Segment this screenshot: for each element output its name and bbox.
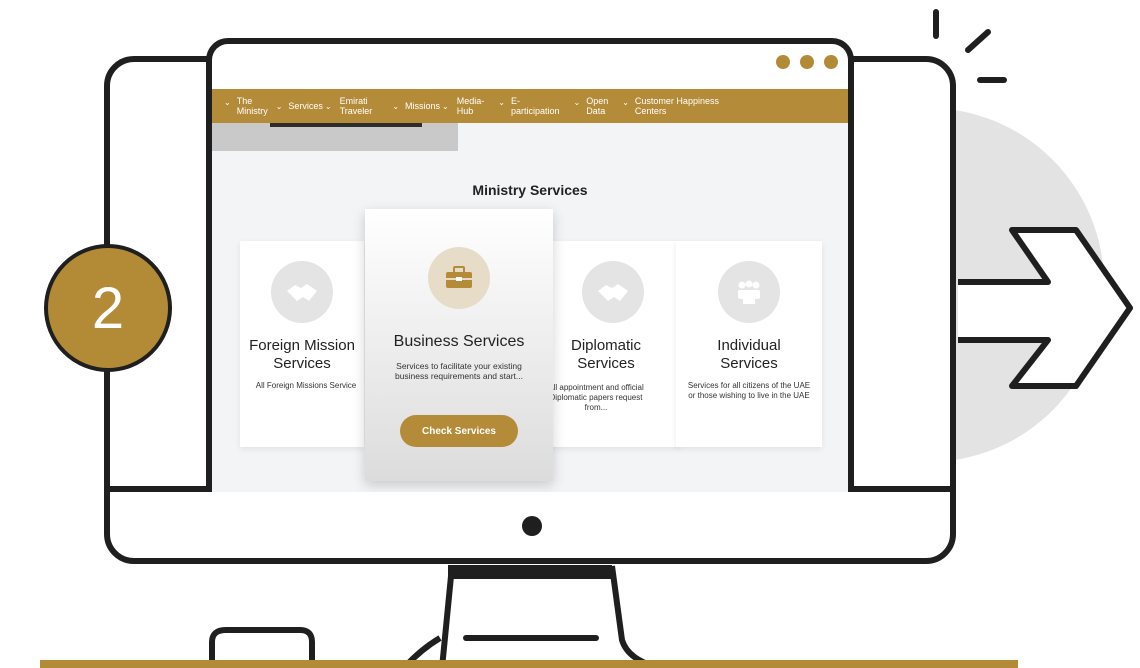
chevron-down-icon: ⌄ [275, 102, 283, 111]
check-services-button[interactable]: Check Services [400, 415, 518, 447]
handshake-icon [271, 261, 333, 323]
nav-item-e-participation[interactable]: ⌄ E- participation [498, 96, 559, 116]
browser-screen: ⌄ The Ministry ⌄ Services ⌄ Emirati Travele… [206, 38, 854, 492]
window-dot[interactable] [824, 55, 838, 69]
nav-item-label: Media- Hub [456, 96, 485, 116]
service-card-individual[interactable]: Individual Services Services for all cit… [676, 241, 822, 447]
nav-item-open-data[interactable]: ⌄ Open Data [573, 96, 608, 116]
nav-item-label: Missions [405, 101, 441, 111]
card-description: All Foreign Missions Service [255, 381, 357, 390]
main-nav-bar: ⌄ The Ministry ⌄ Services ⌄ Emirati Travele… [212, 89, 848, 123]
window-dot[interactable] [776, 55, 790, 69]
nav-item-label: The Ministry [236, 96, 268, 116]
chevron-down-icon: ⌄ [498, 98, 505, 107]
service-card-business[interactable]: Business Services Services to facilitate… [365, 209, 553, 481]
handshake-icon [582, 261, 644, 323]
nav-item-media-hub[interactable]: Media- Hub [457, 96, 485, 116]
nav-item-customer-happiness-centers[interactable]: ⌄ Customer Happiness Centers [622, 96, 719, 116]
chevron-down-icon: ⌄ [324, 102, 332, 111]
service-card-diplomatic[interactable]: Diplomatic Services All appointment and … [546, 241, 680, 447]
card-title: Individual Services [717, 337, 781, 372]
card-title: Foreign Mission Services [249, 337, 355, 372]
hero-image [212, 123, 458, 151]
people-icon [718, 261, 780, 323]
card-title: Business Services [393, 333, 525, 350]
chevron-down-icon: ⌄ [392, 102, 400, 111]
nav-item-label: Emirati Traveler [339, 96, 373, 116]
nav-item-services[interactable]: ⌄ Services ⌄ [276, 100, 332, 112]
briefcase-icon [428, 247, 490, 309]
card-title: Diplomatic Services [570, 337, 642, 372]
nav-item-the-ministry[interactable]: ⌄ The Ministry [224, 96, 268, 116]
card-description: All appointment and official Diplomatic … [548, 383, 644, 412]
chevron-down-icon: ⌄ [622, 98, 629, 107]
card-description: Services to facilitate your existing bus… [394, 361, 524, 381]
card-description: Services for all citizens of the UAE or … [687, 381, 811, 400]
window-dot[interactable] [800, 55, 814, 69]
chevron-down-icon: ⌄ [573, 98, 581, 107]
window-controls [776, 55, 838, 69]
step-number-badge: 2 [44, 244, 172, 372]
nav-item-label: Open Data [586, 96, 609, 116]
services-section: Ministry Services Foreign Mission Servic… [212, 151, 848, 492]
service-card-foreign-mission[interactable]: Foreign Mission Services All Foreign Mis… [240, 241, 364, 447]
nav-item-emirati-traveler[interactable]: Emirati Traveler [340, 96, 373, 116]
bottom-accent-bar [40, 660, 1018, 668]
section-title: Ministry Services [472, 182, 588, 198]
chevron-down-icon: ⌄ [224, 98, 231, 107]
nav-item-label: Customer Happiness Centers [634, 96, 719, 116]
nav-item-label: Services [288, 101, 323, 111]
chevron-down-icon: ⌄ [442, 102, 449, 111]
nav-item-label: E- participation [510, 96, 560, 116]
nav-item-missions[interactable]: ⌄ Missions ⌄ [392, 100, 448, 112]
sparkle-icon [933, 9, 1007, 83]
